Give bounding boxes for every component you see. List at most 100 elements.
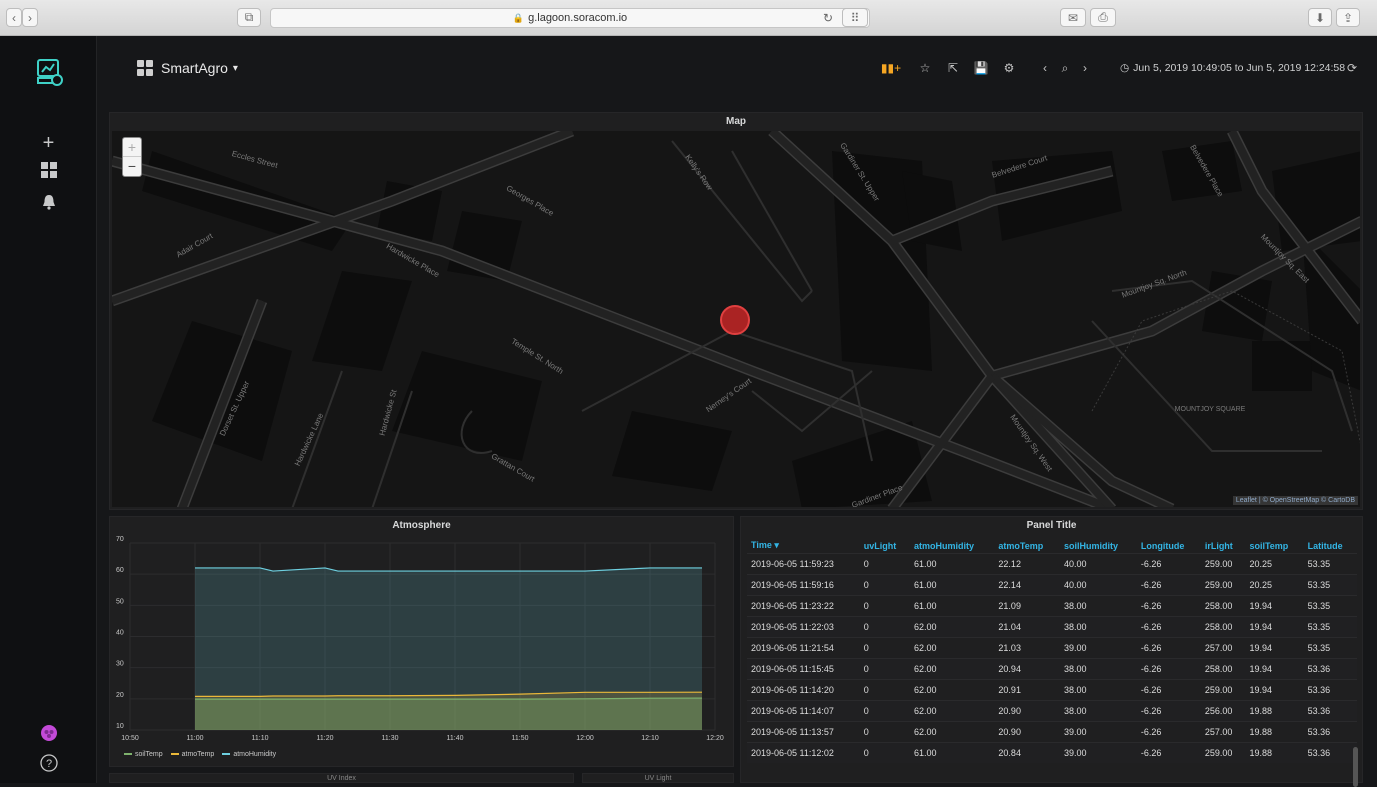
- dashboard-header: SmartAgro ▾ ▮▮+ ☆ ⇱ 💾 ⚙ ‹ ⌕ › ◷ Jun 5, 2…: [97, 36, 1377, 106]
- save-icon[interactable]: 💾: [968, 56, 994, 80]
- table-cell: 259.00: [1200, 552, 1246, 574]
- bell-icon[interactable]: [0, 194, 97, 215]
- column-header[interactable]: Longitude: [1137, 539, 1201, 553]
- table-cell: 2019-06-05 11:14:07: [747, 699, 860, 721]
- zoom-out-button[interactable]: −: [123, 157, 141, 176]
- atmosphere-chart[interactable]: 10 20 30 40 50 60 70 10:50 11:00 11:10 11:20 11:30 1…: [110, 535, 733, 745]
- dashboards-icon[interactable]: [0, 162, 97, 183]
- map-canvas[interactable]: Eccles Street Adair Court Hardwicke Plac…: [112, 131, 1360, 507]
- plus-icon[interactable]: +: [0, 132, 97, 155]
- tabs-icon[interactable]: ⧉: [237, 8, 261, 27]
- x-tick-label: 11:30: [382, 735, 399, 742]
- back-button[interactable]: ‹: [6, 8, 22, 27]
- reload-icon[interactable]: ↻: [823, 11, 833, 25]
- gear-icon[interactable]: ⚙: [996, 56, 1022, 80]
- dashboard-title-dropdown[interactable]: SmartAgro ▾: [137, 60, 238, 76]
- y-tick-label: 30: [116, 661, 124, 668]
- dashboard-grid-icon: [137, 60, 153, 76]
- legend-item-soiltemp[interactable]: soilTemp: [124, 751, 163, 758]
- table-cell: 40.00: [1059, 573, 1137, 595]
- table-panel-title[interactable]: Panel Title: [741, 517, 1362, 535]
- x-tick-label: 12:10: [641, 735, 659, 742]
- map-panel-title[interactable]: Map: [110, 113, 1362, 131]
- table-row: 2019-06-05 11:59:23 0 61.00 22.12 40.00 -6.26…: [747, 552, 1357, 574]
- legend-item-atmohumidity[interactable]: atmoHumidity: [222, 751, 276, 758]
- table-row: 2019-06-05 11:23:22 0 61.00 21.09 38.00 -6.26…: [747, 594, 1357, 616]
- chart-legend: soilTemp atmoTemp atmoHumidity: [124, 751, 276, 758]
- column-header[interactable]: Latitude: [1304, 539, 1357, 553]
- legend-item-atmotemp[interactable]: atmoTemp: [170, 751, 214, 758]
- uv-light-panel: UV Light: [582, 773, 734, 783]
- address-bar[interactable]: 🔒 g.lagoon.soracom.io ↻: [270, 8, 870, 28]
- downloads-icon[interactable]: ⬇: [1308, 8, 1332, 27]
- column-header[interactable]: atmoTemp: [994, 539, 1060, 553]
- table-cell: 20.90: [994, 720, 1060, 742]
- table-cell: 53.36: [1303, 657, 1357, 679]
- table-cell: 39.00: [1059, 720, 1137, 742]
- share-icon[interactable]: ⇪: [1336, 8, 1360, 27]
- column-header[interactable]: Time ▾: [747, 539, 860, 553]
- table-cell: 20.84: [994, 741, 1060, 763]
- table-cell: 38.00: [1059, 678, 1137, 700]
- table-header-row: Time ▾ uvLight atmoHumidity atmoTemp soilHum…: [747, 539, 1357, 553]
- column-header[interactable]: atmoHumidity: [910, 539, 994, 553]
- zoom-in-button[interactable]: +: [123, 138, 141, 157]
- print-icon[interactable]: ⎙: [1090, 8, 1116, 27]
- table-cell: 2019-06-05 11:59:23: [747, 552, 860, 574]
- table-cell: 20.90: [994, 699, 1060, 721]
- app-logo-icon[interactable]: [0, 56, 97, 93]
- atmosphere-panel-title[interactable]: Atmosphere: [110, 517, 733, 535]
- y-tick-label: 60: [116, 567, 124, 574]
- table-cell: 61.00: [910, 552, 995, 574]
- table-cell: 2019-06-05 11:21:54: [747, 636, 860, 658]
- table-cell: -6.26: [1136, 615, 1201, 637]
- map-attribution[interactable]: Leaflet | © OpenStreetMap © CartoDB: [1232, 496, 1358, 505]
- table-cell: 53.35: [1303, 594, 1357, 616]
- time-range-picker[interactable]: ◷ Jun 5, 2019 10:49:05 to Jun 5, 2019 12…: [1120, 56, 1345, 80]
- table-cell: 256.00: [1200, 699, 1246, 721]
- mail-icon[interactable]: ✉: [1060, 8, 1086, 27]
- table-scrollbar[interactable]: [1353, 747, 1358, 787]
- column-header[interactable]: uvLight: [860, 539, 910, 553]
- uv-index-panel: UV Index: [109, 773, 574, 783]
- help-icon[interactable]: ?: [0, 754, 97, 777]
- refresh-icon[interactable]: ⟳: [1339, 56, 1365, 80]
- location-marker[interactable]: [720, 305, 750, 335]
- legend-swatch: [222, 753, 231, 756]
- table-cell: -6.26: [1136, 594, 1201, 616]
- table-cell: 61.00: [910, 573, 995, 595]
- table-cell: 19.94: [1245, 657, 1304, 679]
- table-cell: 2019-06-05 11:12:02: [747, 741, 860, 763]
- table-cell: 39.00: [1059, 636, 1137, 658]
- user-avatar-icon[interactable]: [0, 724, 97, 747]
- forward-button[interactable]: ›: [22, 8, 38, 27]
- time-forward-icon[interactable]: ›: [1072, 56, 1098, 80]
- table-cell: -6.26: [1136, 678, 1201, 700]
- share-dashboard-icon[interactable]: ⇱: [940, 56, 966, 80]
- chevron-down-icon: ▾: [232, 62, 238, 74]
- table-cell: 53.35: [1303, 636, 1357, 658]
- table-cell: 0: [859, 657, 911, 679]
- table-cell: 53.35: [1303, 552, 1357, 574]
- table-cell: 19.94: [1245, 594, 1304, 616]
- table-cell: 258.00: [1200, 615, 1246, 637]
- table-cell: 2019-06-05 11:59:16: [747, 573, 860, 595]
- y-tick-label: 50: [116, 598, 124, 605]
- y-tick-label: 40: [116, 630, 124, 637]
- table-cell: 257.00: [1200, 720, 1246, 742]
- column-header[interactable]: irLight: [1201, 539, 1246, 553]
- table-row: 2019-06-05 11:21:54 0 62.00 21.03 39.00 -6.26…: [747, 636, 1357, 658]
- legend-swatch: [124, 753, 132, 756]
- table-row: 2019-06-05 11:14:07 0 62.00 20.90 38.00 -6.26…: [747, 699, 1357, 721]
- table-cell: 20.91: [994, 678, 1060, 700]
- column-header[interactable]: soilHumidity: [1060, 539, 1137, 553]
- column-header[interactable]: soilTemp: [1245, 539, 1303, 553]
- x-tick-label: 12:00: [576, 735, 594, 742]
- extensions-icon[interactable]: ⠿: [842, 8, 868, 27]
- table-cell: 53.35: [1303, 615, 1357, 637]
- url-text: g.lagoon.soracom.io: [528, 12, 628, 24]
- star-icon[interactable]: ☆: [912, 56, 938, 80]
- add-panel-icon[interactable]: ▮▮+: [878, 56, 904, 80]
- x-tick-label: 10:50: [121, 735, 139, 742]
- table-row: 2019-06-05 11:12:02 0 61.00 20.84 39.00 -6.26…: [747, 741, 1357, 763]
